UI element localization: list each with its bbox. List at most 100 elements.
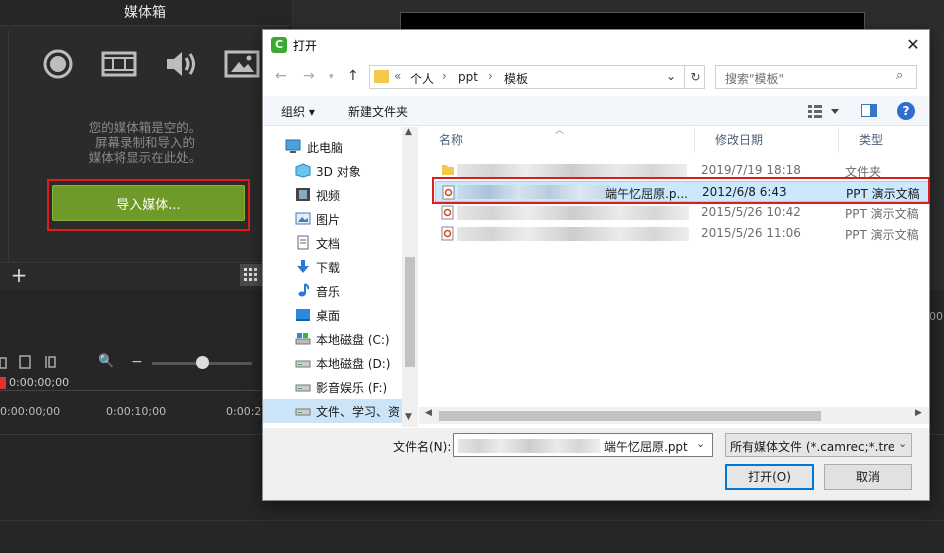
- nav-item-drive-c[interactable]: 本地磁盘 (C:): [263, 327, 403, 351]
- audio-icon: [163, 46, 199, 82]
- empty-message-line: 媒体将显示在此处。: [88, 150, 202, 165]
- grid-view-icon[interactable]: [240, 264, 262, 286]
- nav-item-downloads[interactable]: 下载: [263, 255, 403, 279]
- filename-label: 文件名(N):: [393, 440, 452, 454]
- media-bin-title: 媒体箱: [124, 5, 166, 21]
- drive-icon: [295, 331, 311, 346]
- drive-icon: [295, 379, 311, 394]
- ppt-file-icon: [441, 226, 454, 241]
- nav-item-videos[interactable]: 视频: [263, 183, 403, 207]
- nav-item-label: 3D 对象: [316, 165, 361, 179]
- scroll-up-icon[interactable]: ▲: [405, 127, 412, 137]
- nav-item-label: 影音娱乐 (F:): [316, 381, 388, 395]
- playhead-marker[interactable]: [0, 377, 6, 389]
- file-row[interactable]: 2015/5/26 11:06 PPT 演示文稿: [435, 223, 929, 244]
- recent-dropdown-icon[interactable]: ▾: [329, 72, 334, 82]
- column-header-date[interactable]: 修改日期: [695, 127, 839, 153]
- breadcrumb-segment[interactable]: 模板: [504, 70, 528, 87]
- nav-item-documents[interactable]: 文档: [263, 231, 403, 255]
- nav-item-desktop[interactable]: 桌面: [263, 303, 403, 327]
- nav-item-label: 桌面: [316, 309, 341, 323]
- nav-item-this-pc[interactable]: 此电脑: [263, 135, 403, 159]
- redacted-name: [458, 439, 600, 453]
- desktop-icon: [295, 307, 311, 322]
- nav-item-label: 图片: [316, 213, 341, 227]
- refresh-icon[interactable]: ↻: [684, 66, 706, 88]
- file-list: ︿ 名称 修改日期 类型 2019/7/19 18:18 文件夹 端午忆屈原.p…: [419, 126, 929, 427]
- file-date: 2015/5/26 11:06: [701, 226, 801, 240]
- command-bar: 组织 ▾ 新建文件夹 ?: [263, 96, 929, 126]
- back-arrow-icon[interactable]: ←: [275, 68, 287, 84]
- dialog-title: 打开: [293, 39, 318, 53]
- open-button[interactable]: 打开(O): [725, 464, 814, 490]
- column-header-type[interactable]: 类型: [839, 127, 929, 153]
- scroll-right-icon[interactable]: ▶: [915, 408, 922, 418]
- nav-item-label: 音乐: [316, 285, 341, 299]
- dialog-title-bar[interactable]: [263, 30, 929, 60]
- chevron-down-icon[interactable]: ⌄: [696, 437, 705, 450]
- up-arrow-icon[interactable]: ↑: [347, 68, 359, 84]
- file-date: 2015/5/26 10:42: [701, 205, 801, 219]
- search-input[interactable]: 搜索"模板" ⌕: [715, 65, 917, 89]
- media-type-icons: [40, 44, 260, 84]
- horizontal-scrollbar[interactable]: ◀ ▶: [419, 407, 929, 424]
- zoom-search-icon[interactable]: 🔍: [98, 354, 114, 369]
- nav-item-label: 文件、学习、资: [316, 405, 401, 419]
- column-header-name[interactable]: 名称: [419, 127, 695, 153]
- download-icon: [295, 259, 311, 274]
- breadcrumb-segment[interactable]: 个人: [410, 70, 434, 87]
- help-icon[interactable]: ?: [897, 102, 915, 120]
- scroll-down-icon[interactable]: ▼: [405, 412, 412, 422]
- current-time: 0:00:00;00: [9, 376, 70, 389]
- timeline-divider: [0, 520, 944, 521]
- import-media-button[interactable]: 导入媒体...: [52, 185, 245, 221]
- zoom-out-icon[interactable]: −: [131, 354, 143, 370]
- chevron-down-icon[interactable]: ⌄: [666, 69, 676, 83]
- organize-button[interactable]: 组织 ▾: [281, 103, 315, 120]
- empty-bin-message: 您的媒体箱是空的。 屏幕录制和导入的 媒体将显示在此处。: [30, 120, 260, 165]
- breadcrumb-separator[interactable]: ›: [488, 69, 493, 83]
- film-icon: [101, 46, 137, 82]
- file-type: PPT 演示文稿: [845, 207, 919, 221]
- new-folder-button[interactable]: 新建文件夹: [348, 103, 408, 120]
- folder-icon: [441, 163, 454, 178]
- selected-file-highlight-box: [432, 177, 930, 204]
- close-icon[interactable]: ✕: [899, 34, 927, 56]
- pictures-icon: [295, 211, 311, 226]
- breadcrumb-separator[interactable]: ›: [442, 69, 447, 83]
- search-placeholder: 搜索"模板": [725, 72, 785, 86]
- address-overflow[interactable]: «: [394, 69, 401, 83]
- zoom-slider-handle[interactable]: [196, 356, 209, 369]
- cancel-button[interactable]: 取消: [824, 464, 912, 490]
- open-file-dialog: C 打开 ✕ ← → ▾ ↑ « 个人 › ppt › 模板 ⌄ ↻ 搜索"模板…: [262, 29, 930, 501]
- filename-input[interactable]: 端午忆屈原.ppt ⌄: [453, 433, 713, 457]
- address-bar[interactable]: « 个人 › ppt › 模板 ⌄ ↻: [369, 65, 705, 89]
- empty-message-line: 您的媒体箱是空的。: [88, 120, 202, 135]
- documents-icon: [295, 235, 311, 250]
- view-options-icon[interactable]: [807, 102, 841, 120]
- file-date: 2019/7/19 18:18: [701, 163, 801, 177]
- file-type-filter-select[interactable]: 所有媒体文件 (*.camrec;*.trec; ⌄: [725, 433, 912, 457]
- timeline-tool-icons[interactable]: [0, 348, 70, 376]
- folder-icon: [374, 70, 389, 83]
- chevron-down-icon[interactable]: ⌄: [898, 437, 907, 450]
- video-icon: [295, 187, 311, 202]
- nav-item-pictures[interactable]: 图片: [263, 207, 403, 231]
- scrollbar-thumb[interactable]: [439, 411, 821, 421]
- nav-item-drive-d[interactable]: 本地磁盘 (D:): [263, 351, 403, 375]
- nav-item-drive-study[interactable]: 文件、学习、资: [263, 399, 403, 423]
- ruler-label: 0:00:00;00: [0, 405, 61, 418]
- breadcrumb-segment[interactable]: ppt: [458, 70, 478, 84]
- scroll-left-icon[interactable]: ◀: [425, 408, 432, 418]
- ppt-file-icon: [441, 205, 454, 220]
- nav-item-music[interactable]: 音乐: [263, 279, 403, 303]
- add-button[interactable]: +: [6, 264, 32, 288]
- preview-pane-icon[interactable]: [861, 104, 877, 117]
- 3d-objects-icon: [295, 163, 311, 178]
- scrollbar-thumb[interactable]: [405, 257, 415, 367]
- file-row[interactable]: 2015/5/26 10:42 PPT 演示文稿: [435, 202, 929, 223]
- navigation-scrollbar[interactable]: ▲ ▼: [402, 127, 418, 427]
- nav-item-3d-objects[interactable]: 3D 对象: [263, 159, 403, 183]
- forward-arrow-icon[interactable]: →: [303, 68, 315, 84]
- nav-item-drive-f[interactable]: 影音娱乐 (F:): [263, 375, 403, 399]
